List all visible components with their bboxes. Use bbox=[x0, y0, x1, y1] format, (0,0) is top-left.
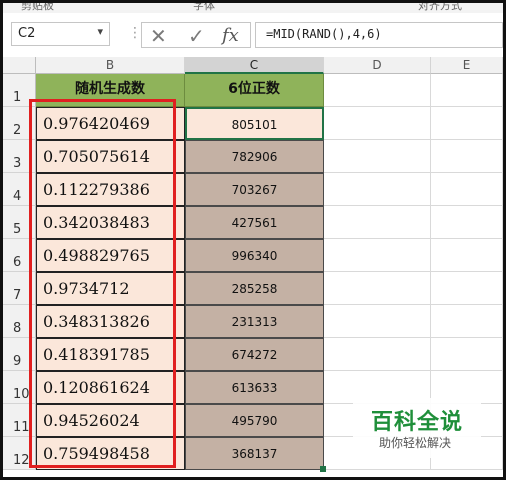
header-cell-six-digit-text: 6位正数 bbox=[228, 81, 280, 97]
ribbon-group-clipboard[interactable]: 剪贴板 bbox=[21, 3, 54, 13]
formula-buttons: ✕ ✓ fx bbox=[141, 22, 251, 48]
cell-d1[interactable] bbox=[324, 74, 431, 107]
cell-c9-text: 674272 bbox=[231, 348, 278, 362]
cell-d5[interactable] bbox=[324, 206, 431, 239]
cell-c5-text: 427561 bbox=[231, 216, 278, 230]
cell-c9[interactable]: 674272 bbox=[185, 338, 324, 371]
cell-c7-text: 285258 bbox=[231, 282, 278, 296]
ribbon-strip: 剪贴板 字体 对齐方式 bbox=[3, 3, 503, 13]
highlight-box bbox=[29, 99, 176, 468]
cell-d8[interactable] bbox=[324, 305, 431, 338]
cell-e3[interactable] bbox=[431, 140, 503, 173]
formula-bar: C2 ▾ ⋮ ✕ ✓ fx =MID(RAND(),4,6) bbox=[3, 13, 503, 55]
cell-e1[interactable] bbox=[431, 74, 503, 107]
column-header-b[interactable]: B bbox=[36, 57, 185, 74]
name-box[interactable]: C2 ▾ bbox=[11, 22, 110, 46]
cell-e5[interactable] bbox=[431, 206, 503, 239]
cell-d6[interactable] bbox=[324, 239, 431, 272]
cell-c8[interactable]: 231313 bbox=[185, 305, 324, 338]
cell-c3[interactable]: 782906 bbox=[185, 140, 324, 173]
name-box-value: C2 bbox=[18, 26, 36, 41]
cell-c8-text: 231313 bbox=[231, 315, 278, 329]
formula-input[interactable]: =MID(RAND(),4,6) bbox=[255, 22, 503, 48]
cell-c10[interactable]: 613633 bbox=[185, 371, 324, 404]
column-header-c[interactable]: C bbox=[185, 57, 324, 74]
row-number: 9 bbox=[13, 354, 22, 369]
cell-c4-text: 703267 bbox=[231, 183, 278, 197]
header-cell-six-digit[interactable]: 6位正数 bbox=[185, 74, 324, 107]
cell-c2-text: 805101 bbox=[231, 118, 278, 132]
row-number: 5 bbox=[13, 222, 22, 237]
row-number: 1 bbox=[13, 90, 22, 105]
cell-e9[interactable] bbox=[431, 338, 503, 371]
header-cell-random-text: 随机生成数 bbox=[75, 81, 145, 97]
row-number: 11 bbox=[13, 420, 30, 435]
check-icon[interactable]: ✓ bbox=[188, 24, 205, 48]
cell-e2[interactable] bbox=[431, 107, 503, 140]
row-number: 3 bbox=[13, 156, 22, 171]
cell-c5[interactable]: 427561 bbox=[185, 206, 324, 239]
row-number: 12 bbox=[13, 453, 30, 468]
column-header-e[interactable]: E bbox=[431, 57, 503, 74]
cell-c6[interactable]: 996340 bbox=[185, 239, 324, 272]
ribbon-group-font[interactable]: 字体 bbox=[193, 3, 215, 13]
cell-e4[interactable] bbox=[431, 173, 503, 206]
watermark-subtitle: 助你轻松解决 bbox=[379, 436, 452, 450]
cell-d3[interactable] bbox=[324, 140, 431, 173]
fx-icon[interactable]: fx bbox=[222, 25, 239, 46]
formula-text: =MID(RAND(),4,6) bbox=[266, 27, 382, 41]
cell-d4[interactable] bbox=[324, 173, 431, 206]
watermark: 百科全说 助你轻松解决 bbox=[353, 398, 481, 458]
cell-c3-text: 782906 bbox=[231, 150, 278, 164]
cell-c10-text: 613633 bbox=[231, 381, 278, 395]
watermark-title: 百科全说 bbox=[371, 410, 464, 435]
cell-c12-text: 368137 bbox=[231, 447, 278, 461]
select-all-corner[interactable] bbox=[3, 57, 36, 74]
cell-c6-text: 996340 bbox=[231, 249, 278, 263]
ribbon-group-alignment[interactable]: 对齐方式 bbox=[418, 3, 462, 13]
cell-d2[interactable] bbox=[324, 107, 431, 140]
cell-c4[interactable]: 703267 bbox=[185, 173, 324, 206]
row-number: 7 bbox=[13, 288, 22, 303]
cell-c11[interactable]: 495790 bbox=[185, 404, 324, 437]
row-number: 10 bbox=[13, 387, 30, 402]
cell-d9[interactable] bbox=[324, 338, 431, 371]
row-number: 2 bbox=[13, 123, 22, 138]
cell-e8[interactable] bbox=[431, 305, 503, 338]
formula-bar-separator[interactable]: ⋮ bbox=[128, 25, 142, 41]
cell-c12[interactable]: 368137 bbox=[185, 437, 324, 470]
cell-e6[interactable] bbox=[431, 239, 503, 272]
row-number: 4 bbox=[13, 189, 22, 204]
cell-e7[interactable] bbox=[431, 272, 503, 305]
cell-d7[interactable] bbox=[324, 272, 431, 305]
close-icon[interactable]: ✕ bbox=[150, 24, 167, 48]
column-header-d[interactable]: D bbox=[324, 57, 431, 74]
row-number: 8 bbox=[13, 321, 22, 336]
cell-c2[interactable]: 805101 bbox=[185, 107, 324, 140]
cell-c7[interactable]: 285258 bbox=[185, 272, 324, 305]
fill-handle[interactable] bbox=[320, 466, 326, 472]
chevron-down-icon[interactable]: ▾ bbox=[97, 25, 103, 38]
cell-c11-text: 495790 bbox=[231, 414, 278, 428]
row-number: 6 bbox=[13, 255, 22, 270]
